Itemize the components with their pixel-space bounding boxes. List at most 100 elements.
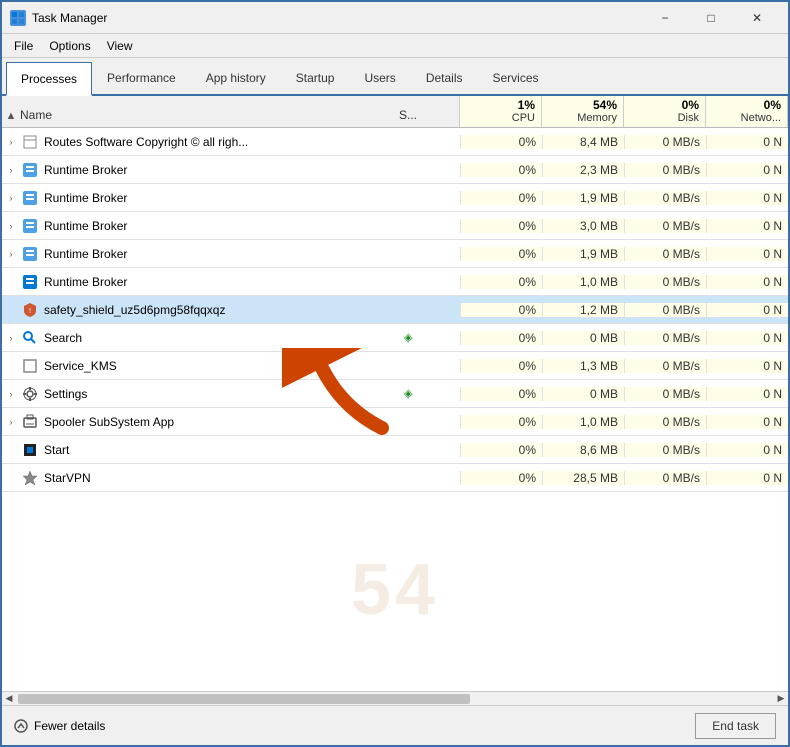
process-metrics: 0% 0 MB 0 MB/s 0 N bbox=[460, 387, 788, 401]
cpu-value: 0% bbox=[460, 303, 542, 317]
window-controls: − □ ✕ bbox=[642, 2, 780, 34]
app-icon bbox=[10, 10, 26, 26]
scroll-track[interactable] bbox=[16, 692, 774, 705]
cpu-value: 0% bbox=[460, 331, 542, 345]
expand-icon[interactable]: › bbox=[2, 165, 20, 175]
fewer-details-button[interactable]: Fewer details bbox=[14, 719, 105, 733]
process-icon bbox=[20, 190, 40, 206]
watermark: 54 bbox=[351, 549, 439, 631]
table-row[interactable]: › Search ◈ 0% 0 MB 0 MB/s 0 N bbox=[2, 324, 788, 352]
table-row[interactable]: Start 0% 8,6 MB 0 MB/s 0 N bbox=[2, 436, 788, 464]
tab-startup[interactable]: Startup bbox=[281, 60, 350, 94]
close-button[interactable]: ✕ bbox=[734, 2, 780, 34]
tab-users[interactable]: Users bbox=[349, 60, 410, 94]
scroll-left-arrow[interactable]: ◀ bbox=[2, 693, 16, 704]
expand-icon[interactable]: › bbox=[2, 417, 20, 427]
process-name: Runtime Broker bbox=[44, 219, 400, 233]
process-name: Runtime Broker bbox=[44, 191, 400, 205]
process-name: Search bbox=[44, 331, 400, 345]
cpu-value: 0% bbox=[460, 415, 542, 429]
horizontal-scrollbar[interactable]: ◀ ▶ bbox=[2, 691, 788, 705]
disk-header[interactable]: 0% Disk bbox=[624, 96, 706, 127]
disk-value: 0 MB/s bbox=[624, 275, 706, 289]
disk-value: 0 MB/s bbox=[624, 247, 706, 261]
memory-value: 1,0 MB bbox=[542, 415, 624, 429]
disk-value: 0 MB/s bbox=[624, 219, 706, 233]
disk-value: 0 MB/s bbox=[624, 443, 706, 457]
disk-value: 0 MB/s bbox=[624, 415, 706, 429]
disk-value: 0 MB/s bbox=[624, 191, 706, 205]
process-icon bbox=[20, 358, 40, 374]
process-icon bbox=[20, 162, 40, 178]
memory-value: 2,3 MB bbox=[542, 163, 624, 177]
status-column-header[interactable]: S... bbox=[399, 108, 459, 124]
cpu-value: 0% bbox=[460, 219, 542, 233]
chevron-up-icon bbox=[14, 719, 28, 733]
menu-file[interactable]: File bbox=[6, 37, 41, 55]
expand-icon[interactable]: › bbox=[2, 193, 20, 203]
minimize-button[interactable]: − bbox=[642, 2, 688, 34]
expand-icon[interactable]: › bbox=[2, 333, 20, 343]
process-metrics: 0% 1,3 MB 0 MB/s 0 N bbox=[460, 359, 788, 373]
process-icon bbox=[20, 274, 40, 290]
process-icon bbox=[20, 442, 40, 458]
table-row[interactable]: StarVPN 0% 28,5 MB 0 MB/s 0 N bbox=[2, 464, 788, 492]
main-content: ▲ Name S... 1% CPU 54% Memory 0% Disk bbox=[2, 96, 788, 705]
memory-header[interactable]: 54% Memory bbox=[542, 96, 624, 127]
table-row[interactable]: Runtime Broker 0% 1,0 MB 0 MB/s 0 N bbox=[2, 268, 788, 296]
table-row[interactable]: Service_KMS 0% 1,3 MB 0 MB/s 0 N bbox=[2, 352, 788, 380]
tab-details[interactable]: Details bbox=[411, 60, 478, 94]
network-value: 0 N bbox=[706, 247, 788, 261]
network-value: 0 N bbox=[706, 359, 788, 373]
process-metrics: 0% 1,2 MB 0 MB/s 0 N bbox=[460, 303, 788, 317]
table-row[interactable]: › Runtime Broker 0% 1,9 MB 0 MB/s 0 N bbox=[2, 184, 788, 212]
sort-arrow[interactable]: ▲ bbox=[2, 110, 20, 124]
tab-services[interactable]: Services bbox=[478, 60, 554, 94]
menu-view[interactable]: View bbox=[99, 37, 141, 55]
expand-icon[interactable]: › bbox=[2, 389, 20, 399]
tab-processes[interactable]: Processes bbox=[6, 62, 92, 96]
process-name: StarVPN bbox=[44, 471, 400, 485]
scroll-thumb[interactable] bbox=[18, 694, 470, 704]
table-row[interactable]: › Runtime Broker 0% 2,3 MB 0 MB/s 0 N bbox=[2, 156, 788, 184]
disk-value: 0 MB/s bbox=[624, 387, 706, 401]
expand-icon[interactable]: › bbox=[2, 221, 20, 231]
memory-value: 1,2 MB bbox=[542, 303, 624, 317]
process-metrics: 0% 1,9 MB 0 MB/s 0 N bbox=[460, 247, 788, 261]
memory-value: 0 MB bbox=[542, 331, 624, 345]
menu-options[interactable]: Options bbox=[41, 37, 98, 55]
table-row[interactable]: › Runtime Broker 0% 1,9 MB 0 MB/s 0 N bbox=[2, 240, 788, 268]
process-icon bbox=[20, 330, 40, 346]
column-headers: ▲ Name S... 1% CPU 54% Memory 0% Disk bbox=[2, 96, 788, 128]
network-header[interactable]: 0% Netwo... bbox=[706, 96, 788, 127]
end-task-button[interactable]: End task bbox=[695, 713, 776, 739]
network-value: 0 N bbox=[706, 471, 788, 485]
network-value: 0 N bbox=[706, 387, 788, 401]
bottom-bar: Fewer details End task bbox=[2, 705, 788, 745]
expand-icon[interactable]: › bbox=[2, 137, 20, 147]
name-column-header[interactable]: Name bbox=[20, 108, 399, 124]
expand-icon[interactable]: › bbox=[2, 249, 20, 259]
disk-value: 0 MB/s bbox=[624, 303, 706, 317]
process-name: Spooler SubSystem App bbox=[44, 415, 400, 429]
tab-performance[interactable]: Performance bbox=[92, 60, 191, 94]
network-value: 0 N bbox=[706, 443, 788, 457]
cpu-value: 0% bbox=[460, 135, 542, 149]
name-header-area: ▲ Name S... bbox=[2, 96, 459, 127]
tab-app-history[interactable]: App history bbox=[191, 60, 281, 94]
maximize-button[interactable]: □ bbox=[688, 2, 734, 34]
table-row[interactable]: › Routes Software Copyright © all righ..… bbox=[2, 128, 788, 156]
window-title: Task Manager bbox=[32, 11, 642, 25]
memory-value: 1,9 MB bbox=[542, 247, 624, 261]
title-bar: Task Manager − □ ✕ bbox=[2, 2, 788, 34]
table-row[interactable]: › Runtime Broker 0% 3,0 MB 0 MB/s 0 N bbox=[2, 212, 788, 240]
table-row[interactable]: › Settings ◈ 0% bbox=[2, 380, 788, 408]
process-metrics: 0% 8,4 MB 0 MB/s 0 N bbox=[460, 135, 788, 149]
table-row[interactable]: › Spooler SubSystem App 0% 1,0 MB 0 MB/ bbox=[2, 408, 788, 436]
table-row[interactable]: ! safety_shield_uz5d6pmg58fqqxqz 0% 1,2 … bbox=[2, 296, 788, 324]
cpu-value: 0% bbox=[460, 387, 542, 401]
cpu-header[interactable]: 1% CPU bbox=[460, 96, 542, 127]
scroll-right-arrow[interactable]: ▶ bbox=[774, 693, 788, 704]
memory-value: 0 MB bbox=[542, 387, 624, 401]
cpu-value: 0% bbox=[460, 275, 542, 289]
